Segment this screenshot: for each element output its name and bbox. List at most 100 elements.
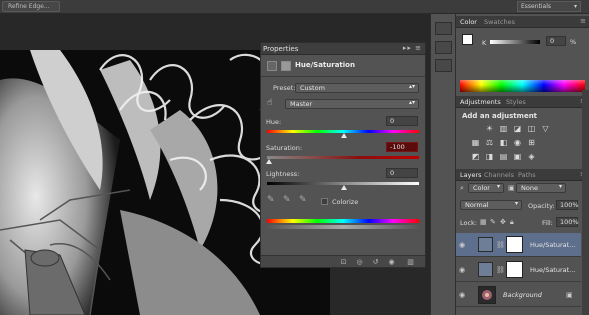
levels-icon[interactable]: ▥ — [498, 124, 509, 134]
tab-styles[interactable]: Styles — [506, 98, 526, 106]
foreground-swatch[interactable] — [462, 34, 473, 45]
k-field[interactable]: 0 — [546, 36, 566, 46]
layers-scrollbar[interactable] — [582, 90, 589, 315]
reset-icon[interactable]: ↺ — [371, 258, 380, 266]
trash-icon[interactable]: ▥ — [406, 258, 415, 266]
vibrance-icon[interactable]: ▽ — [540, 124, 551, 134]
layer-mask-thumbnail[interactable] — [506, 236, 523, 253]
workspace-label: Essentials — [521, 3, 552, 10]
lightness-slider-thumb[interactable] — [341, 185, 347, 190]
properties-tab[interactable]: Properties — [263, 45, 298, 53]
layer-name[interactable]: Background — [503, 291, 542, 299]
colorize-checkbox[interactable] — [321, 198, 328, 205]
eye-icon[interactable]: ◉ — [459, 291, 465, 299]
lock-pixels-icon[interactable]: ▦ — [480, 218, 487, 226]
gradient-map-icon[interactable]: ▣ — [512, 152, 523, 162]
properties-icon[interactable] — [435, 41, 452, 54]
black-white-icon[interactable]: ◧ — [498, 138, 509, 148]
threshold-icon[interactable]: ▤ — [498, 152, 509, 162]
tab-layers[interactable]: Layers — [460, 171, 482, 179]
spectrum-shade — [460, 80, 585, 92]
posterize-icon[interactable]: ◨ — [484, 152, 495, 162]
chain-link-icon[interactable]: ⛓ — [496, 241, 505, 249]
filter-kind-select[interactable]: Color ▾ — [468, 183, 504, 193]
lock-move-icon[interactable]: ✥ — [500, 218, 506, 226]
info-icon[interactable] — [435, 59, 452, 72]
eye-icon[interactable]: ◉ — [459, 241, 465, 249]
chevron-down-icon: ▾ — [558, 183, 562, 190]
chain-link-icon[interactable]: ⛓ — [496, 266, 505, 274]
eyedropper-minus-icon[interactable]: ✎ — [299, 195, 307, 205]
blend-mode-select[interactable]: Normal ▾ — [460, 200, 522, 210]
adjustment-icon[interactable] — [267, 61, 277, 71]
panel-icon-column — [430, 14, 456, 315]
layer-mask-thumbnail[interactable] — [506, 261, 523, 278]
eye-icon[interactable]: ◉ — [459, 266, 465, 274]
channel-value: Master — [290, 100, 313, 108]
saturation-gradient — [267, 156, 419, 159]
tab-channels[interactable]: Channels — [484, 171, 514, 179]
tab-color[interactable]: Color — [460, 18, 477, 26]
tab-swatches[interactable]: Swatches — [484, 18, 515, 26]
view-previous-icon[interactable]: ◎ — [355, 258, 364, 266]
blend-mode-value: Normal — [465, 201, 489, 209]
lock-icon: ▣ — [566, 291, 573, 299]
mask-icon[interactable] — [281, 61, 291, 71]
layer-name[interactable]: Hue/Saturat... — [530, 266, 575, 274]
photo-filter-icon[interactable]: ◉ — [512, 138, 523, 148]
hue-field[interactable]: 0 — [386, 116, 418, 126]
layers-panel-tabs: Layers Channels Paths ≡ — [456, 169, 589, 181]
hue-saturation-icon[interactable]: ▦ — [470, 138, 481, 148]
adjustments-heading: Add an adjustment — [462, 112, 538, 120]
preset-select[interactable]: Custom ▴▾ — [295, 83, 419, 93]
opacity-field[interactable]: 100% — [556, 200, 579, 210]
workspace-switcher[interactable]: Essentials ▾ — [517, 1, 581, 12]
chevron-down-icon: ▾ — [573, 3, 577, 10]
saturation-label: Saturation: — [266, 144, 303, 152]
filter-icon: ▣ — [508, 184, 515, 192]
chevron-down-icon: ▴▾ — [408, 83, 415, 90]
curves-icon[interactable]: ◪ — [512, 124, 523, 134]
selective-color-icon[interactable]: ◈ — [526, 152, 537, 162]
layer-name[interactable]: Hue/Saturat... — [530, 241, 575, 249]
lock-all-icon[interactable]: 🔒︎ — [510, 218, 514, 227]
eyedropper-icon[interactable]: ✎ — [267, 195, 275, 205]
invert-icon[interactable]: ◩ — [470, 152, 481, 162]
filter-value-select[interactable]: None ▾ — [516, 183, 566, 193]
refine-edge-button[interactable]: Refine Edge... — [2, 1, 60, 12]
adjustment-title: Hue/Saturation — [295, 61, 355, 69]
saturation-field[interactable]: -100 — [386, 142, 418, 152]
filter-value: None — [521, 184, 538, 192]
channel-mixer-icon[interactable]: ⊞ — [526, 138, 537, 148]
tab-paths[interactable]: Paths — [518, 171, 536, 179]
adjustment-layer-icon — [478, 237, 493, 252]
k-unit: % — [570, 38, 577, 46]
fill-label: Fill: — [542, 219, 553, 227]
color-panel-tabs: Color Swatches ≡ — [456, 16, 589, 28]
background-thumbnail — [478, 286, 496, 304]
layer-row-hue-saturation-2[interactable]: ◉ ⛓ Hue/Saturat... — [456, 258, 581, 282]
fill-field[interactable]: 100% — [556, 217, 579, 227]
lightness-field[interactable]: 0 — [386, 168, 418, 178]
color-bar-top — [267, 219, 419, 223]
panel-menu-icon[interactable]: ≡ — [580, 17, 586, 25]
hue-slider-thumb[interactable] — [341, 133, 347, 138]
visibility-icon[interactable]: ◉ — [387, 258, 396, 266]
eyedropper-plus-icon[interactable]: ✎ — [283, 195, 291, 205]
saturation-slider-thumb[interactable] — [266, 159, 272, 164]
color-balance-icon[interactable]: ⚖ — [484, 138, 495, 148]
layer-row-hue-saturation-1[interactable]: ◉ ⛓ Hue/Saturat... — [456, 233, 581, 257]
hand-tool-icon[interactable]: ☝ — [267, 98, 272, 108]
tab-adjustments[interactable]: Adjustments — [460, 98, 501, 106]
options-bar: Refine Edge... Essentials ▾ — [0, 0, 589, 14]
layer-row-background[interactable]: ◉ Background ▣ — [456, 283, 581, 307]
lock-paint-icon[interactable]: ✎ — [490, 218, 496, 226]
channel-select[interactable]: Master ▴▾ — [285, 99, 419, 109]
k-slider[interactable] — [490, 40, 540, 44]
brightness-icon[interactable]: ☀ — [484, 124, 495, 134]
exposure-icon[interactable]: ◫ — [526, 124, 537, 134]
filter-kind-value: Color — [473, 184, 490, 192]
panel-menu-icon[interactable]: ▸▸ ≡ — [403, 44, 422, 52]
clip-to-layer-icon[interactable]: ⊡ — [339, 258, 348, 266]
history-icon[interactable] — [435, 22, 452, 35]
